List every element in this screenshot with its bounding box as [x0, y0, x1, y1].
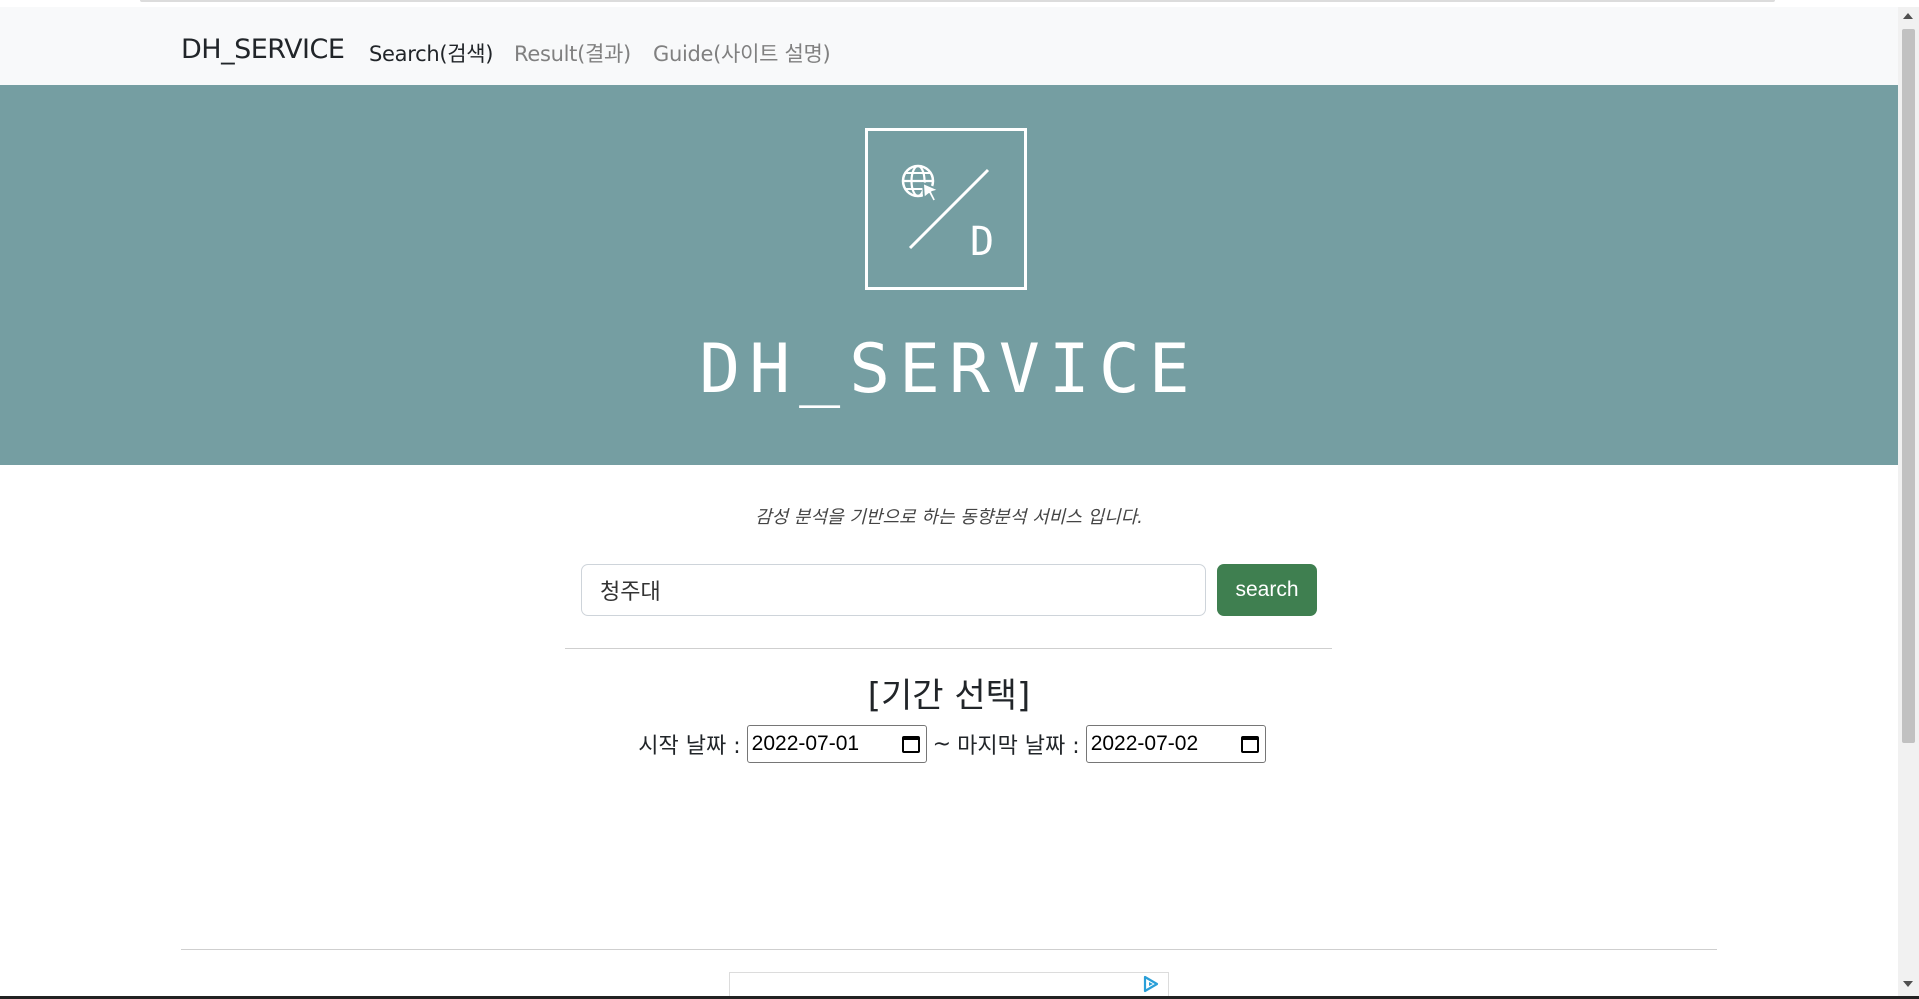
end-date-label: 마지막 날짜 : [957, 734, 1080, 759]
end-date-input[interactable]: 2022-07-02 [1085, 725, 1266, 763]
logo-slash [908, 168, 990, 250]
nav-link-search[interactable]: Search(검색) [369, 38, 493, 68]
nav-link-guide[interactable]: Guide(사이트 설명) [653, 38, 831, 68]
ad-banner[interactable] [729, 972, 1169, 999]
scrollbar[interactable] [1898, 7, 1919, 999]
calendar-icon[interactable] [1240, 735, 1259, 753]
logo-letter: D [970, 219, 995, 265]
site-logo: D [865, 128, 1027, 290]
navbar: DH_SERVICE Search(검색) Result(결과) Guide(사… [0, 7, 1898, 85]
hero-title: DH_SERVICE [699, 330, 1199, 409]
end-date-value: 2022-07-02 [1090, 732, 1199, 755]
start-date-input[interactable]: 2022-07-01 [746, 725, 927, 763]
start-date-value: 2022-07-01 [751, 732, 860, 755]
divider [565, 648, 1332, 649]
date-range-row: 시작 날짜 : 2022-07-01 ~ 마지막 날짜 : 2022-07-02 [0, 725, 1898, 763]
tagline: 감성 분석을 기반으로 하는 동향분석 서비스 입니다. [755, 507, 1143, 528]
date-separator: ~ [932, 731, 952, 757]
scrollbar-thumb[interactable] [1902, 29, 1915, 743]
adchoices-icon[interactable] [1142, 975, 1160, 993]
scroll-up-icon[interactable] [1903, 13, 1913, 19]
browser-top-edge [140, 0, 1775, 2]
period-title: [기간 선택] [867, 676, 1031, 716]
search-input[interactable] [581, 564, 1206, 616]
calendar-icon[interactable] [901, 735, 920, 753]
scroll-down-icon[interactable] [1903, 981, 1913, 987]
navbar-brand[interactable]: DH_SERVICE [181, 34, 345, 65]
footer-divider [181, 949, 1717, 950]
nav-link-result[interactable]: Result(결과) [514, 38, 631, 68]
start-date-label: 시작 날짜 : [638, 734, 741, 759]
hero-banner: D DH_SERVICE [0, 85, 1898, 465]
search-button[interactable]: search [1217, 564, 1317, 616]
